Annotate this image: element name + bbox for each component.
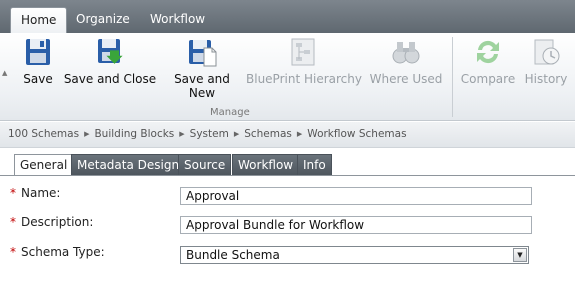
breadcrumb-item[interactable]: Schemas	[244, 128, 292, 140]
ribbon-separator	[452, 37, 453, 117]
schema-type-select[interactable]: Bundle Schema ▼	[180, 246, 529, 264]
binoculars-icon	[392, 42, 420, 64]
save-label: Save	[23, 72, 53, 86]
tab-info[interactable]: Info	[297, 154, 332, 175]
tab-workflow[interactable]: Workflow	[232, 154, 300, 175]
breadcrumb-separator-icon: ▶	[179, 130, 185, 138]
save-and-close-label: Save and Close	[63, 72, 157, 86]
breadcrumb-separator-icon: ▶	[84, 130, 90, 138]
ribbon-tab-workflow[interactable]: Workflow	[140, 7, 215, 33]
where-used-label: Where Used	[369, 72, 443, 86]
ribbon-group-label: Manage	[210, 107, 250, 118]
name-input[interactable]	[180, 187, 532, 205]
name-label: Name:	[21, 186, 61, 200]
save-and-new-icon	[189, 40, 217, 67]
history-button[interactable]: History	[522, 33, 570, 86]
blueprint-hierarchy-icon	[291, 38, 315, 66]
history-icon	[534, 39, 560, 65]
breadcrumb-item[interactable]: 100 Schemas	[8, 128, 79, 140]
blueprint-hierarchy-button[interactable]: BluePrint Hierarchy	[246, 33, 362, 86]
required-marker: *	[10, 215, 16, 229]
save-and-close-button[interactable]: Save and Close	[62, 33, 158, 86]
breadcrumb-item[interactable]: Building Blocks	[94, 128, 174, 140]
ribbon: ▲ Save Save and Close Save and New BlueP…	[0, 33, 575, 121]
breadcrumb-separator-icon: ▶	[296, 130, 303, 138]
ribbon-tab-organize[interactable]: Organize	[66, 7, 140, 33]
schema-type-value: Bundle Schema	[186, 248, 280, 262]
save-icon	[26, 39, 50, 65]
save-and-new-label: Save and New	[174, 72, 230, 100]
tab-metadata-design[interactable]: Metadata Design	[71, 154, 186, 175]
chevron-down-icon[interactable]: ▼	[513, 248, 527, 262]
required-marker: *	[10, 186, 16, 200]
history-label: History	[524, 72, 568, 86]
save-and-new-button[interactable]: Save and New	[170, 33, 234, 100]
schema-type-label: Schema Type:	[21, 245, 105, 259]
compare-icon	[477, 40, 499, 64]
compare-label: Compare	[460, 72, 516, 86]
ribbon-tab-home[interactable]: Home	[10, 7, 68, 33]
breadcrumb-separator-icon: ▶	[233, 130, 240, 138]
breadcrumb: 100 Schemas ▶ Building Blocks ▶ System ▶ Schem…	[0, 122, 575, 148]
description-input[interactable]	[180, 216, 532, 234]
blueprint-hierarchy-label: BluePrint Hierarchy	[246, 72, 362, 86]
breadcrumb-item[interactable]: Workflow Schemas	[307, 128, 406, 140]
required-marker: *	[10, 245, 16, 259]
tab-source[interactable]: Source	[178, 154, 232, 175]
description-label: Description:	[21, 215, 94, 229]
where-used-button[interactable]: Where Used	[368, 33, 444, 86]
save-and-close-icon	[98, 39, 123, 64]
save-button[interactable]: Save	[16, 33, 60, 86]
ribbon-tab-bar: Home Organize Workflow	[0, 0, 575, 33]
tab-general[interactable]: General	[14, 154, 74, 176]
tab-panel-border	[0, 175, 575, 176]
breadcrumb-item[interactable]: System	[190, 128, 229, 140]
ribbon-collapse-icon[interactable]: ▲	[2, 69, 7, 77]
compare-button[interactable]: Compare	[458, 33, 518, 86]
